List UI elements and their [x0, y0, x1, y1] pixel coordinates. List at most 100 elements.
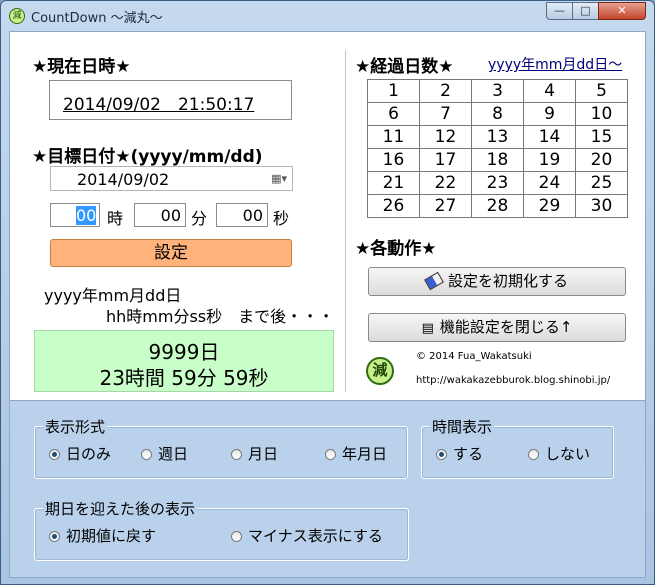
time-display-radio-0[interactable]: する	[436, 443, 483, 464]
elapsed-day-cell: 20	[575, 148, 628, 172]
countdown-days: 9999日	[148, 340, 220, 364]
elapsed-day-cell: 23	[471, 171, 524, 195]
close-settings-button[interactable]: ▤ 機能設定を閉じる↑	[368, 313, 626, 342]
hour-unit-label: 時	[107, 209, 124, 228]
second-input[interactable]: 00	[216, 203, 268, 227]
elapsed-day-cell: 18	[471, 148, 524, 172]
elapsed-days-row: 6 7 8 9 10	[367, 102, 628, 126]
reset-settings-label: 設定を初期化する	[447, 272, 568, 290]
window-title: CountDown ～減丸～	[31, 11, 163, 26]
title-bar[interactable]: 減 CountDown ～減丸～ — □ ✕	[1, 1, 654, 31]
close-button[interactable]: ✕	[598, 2, 646, 20]
hour-value: 00	[76, 206, 97, 225]
elapsed-day-cell: 2	[419, 79, 472, 103]
elapsed-days-row: 16 17 18 19 20	[367, 148, 628, 172]
after-deadline-radio-label: 初期値に戻す	[66, 527, 157, 545]
elapsed-day-cell: 15	[575, 125, 628, 149]
elapsed-day-cell: 29	[523, 194, 576, 218]
elapsed-day-cell: 11	[367, 125, 420, 149]
elapsed-day-cell: 1	[367, 79, 420, 103]
elapsed-day-cell: 8	[471, 102, 524, 126]
list-icon: ▤	[421, 321, 434, 336]
target-date-picker[interactable]: 2014/09/02 ▦▾	[50, 166, 293, 191]
elapsed-days-row: 21 22 23 24 25	[367, 171, 628, 195]
elapsed-days-row: 11 12 13 14 15	[367, 125, 628, 149]
elapsed-day-cell: 28	[471, 194, 524, 218]
website-url: http://wakakazebburok.blog.shinobi.jp/	[416, 375, 611, 386]
elapsed-days-grid: 1 2 3 4 5 6 7 8 9 10 11 12 13 14 15 16 17 18 19 20 21 22 23 24 2…	[367, 79, 628, 218]
countdown-display: 9999日 23時間 59分 59秒	[34, 330, 334, 392]
current-datetime-box: 2014/09/02 21:50:17	[49, 80, 292, 120]
elapsed-day-cell: 5	[575, 79, 628, 103]
actions-heading: ★各動作★	[355, 239, 437, 259]
display-format-radio-2[interactable]: 月日	[231, 443, 278, 464]
target-date-value: 2014/09/02	[77, 170, 170, 189]
countdown-time: 23時間 59分 59秒	[99, 366, 269, 390]
target-date-heading: ★目標日付★(yyyy/mm/dd)	[32, 147, 263, 167]
radio-indicator-icon	[436, 449, 447, 460]
elapsed-day-cell: 21	[367, 171, 420, 195]
radio-indicator-icon	[325, 449, 336, 460]
minute-value: 00	[160, 206, 181, 225]
format-line-2: hh時mm分ss秒 まで後・・・	[106, 307, 335, 326]
minimize-button[interactable]: —	[546, 2, 573, 20]
vertical-divider	[345, 50, 346, 392]
display-format-radio-3[interactable]: 年月日	[325, 443, 387, 464]
after-deadline-radio-0[interactable]: 初期値に戻す	[49, 525, 156, 546]
time-display-radio-label: する	[453, 445, 484, 463]
elapsed-day-cell: 17	[419, 148, 472, 172]
calendar-dropdown-icon[interactable]: ▦▾	[271, 172, 287, 185]
elapsed-day-cell: 30	[575, 194, 628, 218]
set-button[interactable]: 設定	[50, 239, 292, 267]
elapsed-days-heading: ★経過日数★	[355, 57, 454, 77]
main-panel: ★現在日時★ 2014/09/02 21:50:17 ★目標日付★(yyyy/m…	[9, 31, 646, 401]
eraser-icon	[424, 271, 444, 291]
elapsed-day-cell: 22	[419, 171, 472, 195]
time-display-group: 時間表示 する しない	[421, 416, 614, 479]
radio-indicator-icon	[49, 531, 60, 542]
elapsed-day-cell: 26	[367, 194, 420, 218]
time-display-radio-label: しない	[545, 445, 591, 463]
elapsed-days-row: 26 27 28 29 30	[367, 194, 628, 218]
elapsed-day-cell: 25	[575, 171, 628, 195]
elapsed-start-link[interactable]: yyyy年mm月dd日～	[488, 54, 622, 74]
current-datetime-heading: ★現在日時★	[32, 57, 131, 77]
elapsed-day-cell: 6	[367, 102, 420, 126]
display-format-radio-label: 日のみ	[66, 445, 112, 463]
after-deadline-radio-label: マイナス表示にする	[248, 527, 383, 545]
elapsed-day-cell: 9	[523, 102, 576, 126]
elapsed-day-cell: 16	[367, 148, 420, 172]
settings-panel: 表示形式 日のみ 週日 月日 年月日 時間表示 する しない 期日を迎えた後の表示 初期…	[9, 401, 646, 578]
reset-settings-button[interactable]: 設定を初期化する	[368, 267, 626, 296]
display-format-radio-label: 年月日	[342, 445, 388, 463]
elapsed-day-cell: 19	[523, 148, 576, 172]
radio-indicator-icon	[49, 449, 60, 460]
display-format-radio-0[interactable]: 日のみ	[49, 443, 111, 464]
radio-indicator-icon	[231, 449, 242, 460]
display-format-radio-1[interactable]: 週日	[141, 443, 188, 464]
radio-indicator-icon	[141, 449, 152, 460]
elapsed-day-cell: 4	[523, 79, 576, 103]
radio-indicator-icon	[231, 531, 242, 542]
elapsed-day-cell: 24	[523, 171, 576, 195]
time-display-legend: 時間表示	[430, 416, 495, 437]
current-datetime-value: 2014/09/02 21:50:17	[63, 95, 255, 115]
radio-indicator-icon	[528, 449, 539, 460]
hour-input[interactable]: 00	[50, 203, 100, 227]
maximize-button[interactable]: □	[572, 2, 599, 20]
elapsed-day-cell: 3	[471, 79, 524, 103]
after-deadline-radio-1[interactable]: マイナス表示にする	[231, 525, 383, 546]
second-value: 00	[242, 206, 263, 225]
after-deadline-legend: 期日を迎えた後の表示	[43, 498, 198, 519]
app-window: 減 CountDown ～減丸～ — □ ✕ ★現在日時★ 2014/09/02…	[0, 0, 655, 585]
elapsed-day-cell: 27	[419, 194, 472, 218]
elapsed-day-cell: 12	[419, 125, 472, 149]
logo-icon: 減	[366, 357, 394, 385]
display-format-radio-label: 週日	[158, 445, 189, 463]
elapsed-days-row: 12345	[367, 79, 628, 103]
minute-input[interactable]: 00	[134, 203, 186, 227]
elapsed-day-cell: 7	[419, 102, 472, 126]
elapsed-day-cell: 10	[575, 102, 628, 126]
minute-unit-label: 分	[191, 209, 208, 228]
time-display-radio-1[interactable]: しない	[528, 443, 590, 464]
